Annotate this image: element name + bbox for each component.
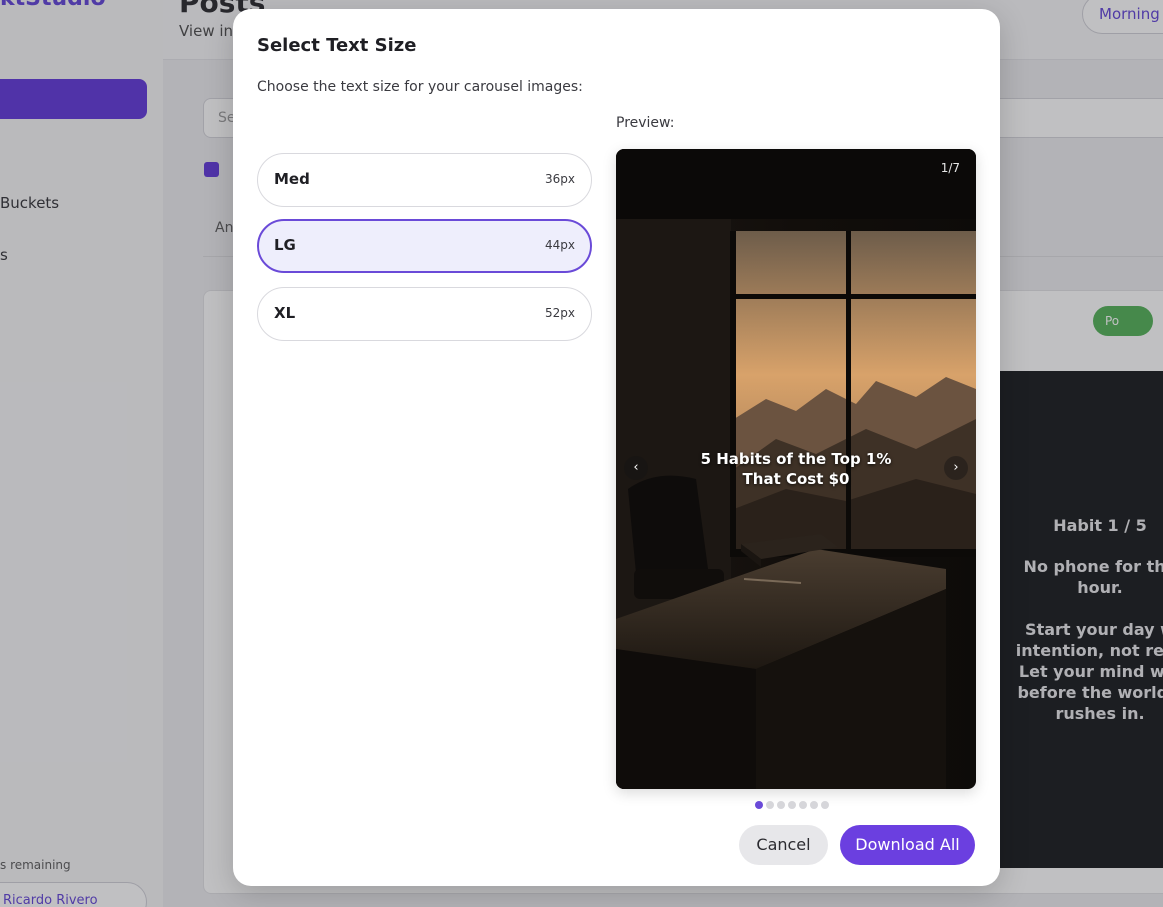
text-size-dialog: Select Text Size Choose the text size fo… [233, 9, 1000, 886]
slide-counter: 1/7 [940, 161, 960, 175]
slide-caption-line: 5 Habits of the Top 1% [700, 450, 892, 468]
chevron-right-icon[interactable]: › [944, 456, 968, 480]
slide-dot[interactable] [777, 801, 785, 809]
download-all-button[interactable]: Download All [840, 825, 975, 865]
size-option-px: 44px [545, 238, 575, 252]
slide-dot[interactable] [766, 801, 774, 809]
cancel-button[interactable]: Cancel [739, 825, 828, 865]
size-option-px: 52px [545, 306, 575, 320]
size-option-xl[interactable]: XL 52px [257, 287, 592, 341]
slide-caption-line: That Cost $0 [742, 470, 850, 488]
chevron-left-icon[interactable]: ‹ [624, 456, 648, 480]
size-option-name: XL [274, 304, 296, 322]
size-option-name: LG [274, 236, 296, 254]
size-option-lg[interactable]: LG 44px [257, 219, 592, 273]
carousel-preview: 1/7 5 Habits of the Top 1% That Cost $0 … [616, 149, 976, 789]
slide-dot[interactable] [821, 801, 829, 809]
size-option-med[interactable]: Med 36px [257, 153, 592, 207]
size-option-px: 36px [545, 172, 575, 186]
slide-caption: 5 Habits of the Top 1% That Cost $0 [616, 449, 976, 489]
preview-label: Preview: [616, 115, 675, 131]
slide-dot[interactable] [755, 801, 763, 809]
slide-dot[interactable] [788, 801, 796, 809]
dialog-description: Choose the text size for your carousel i… [257, 79, 583, 95]
slide-dot[interactable] [810, 801, 818, 809]
slide-dot[interactable] [799, 801, 807, 809]
size-option-name: Med [274, 170, 310, 188]
dialog-title: Select Text Size [257, 35, 417, 56]
